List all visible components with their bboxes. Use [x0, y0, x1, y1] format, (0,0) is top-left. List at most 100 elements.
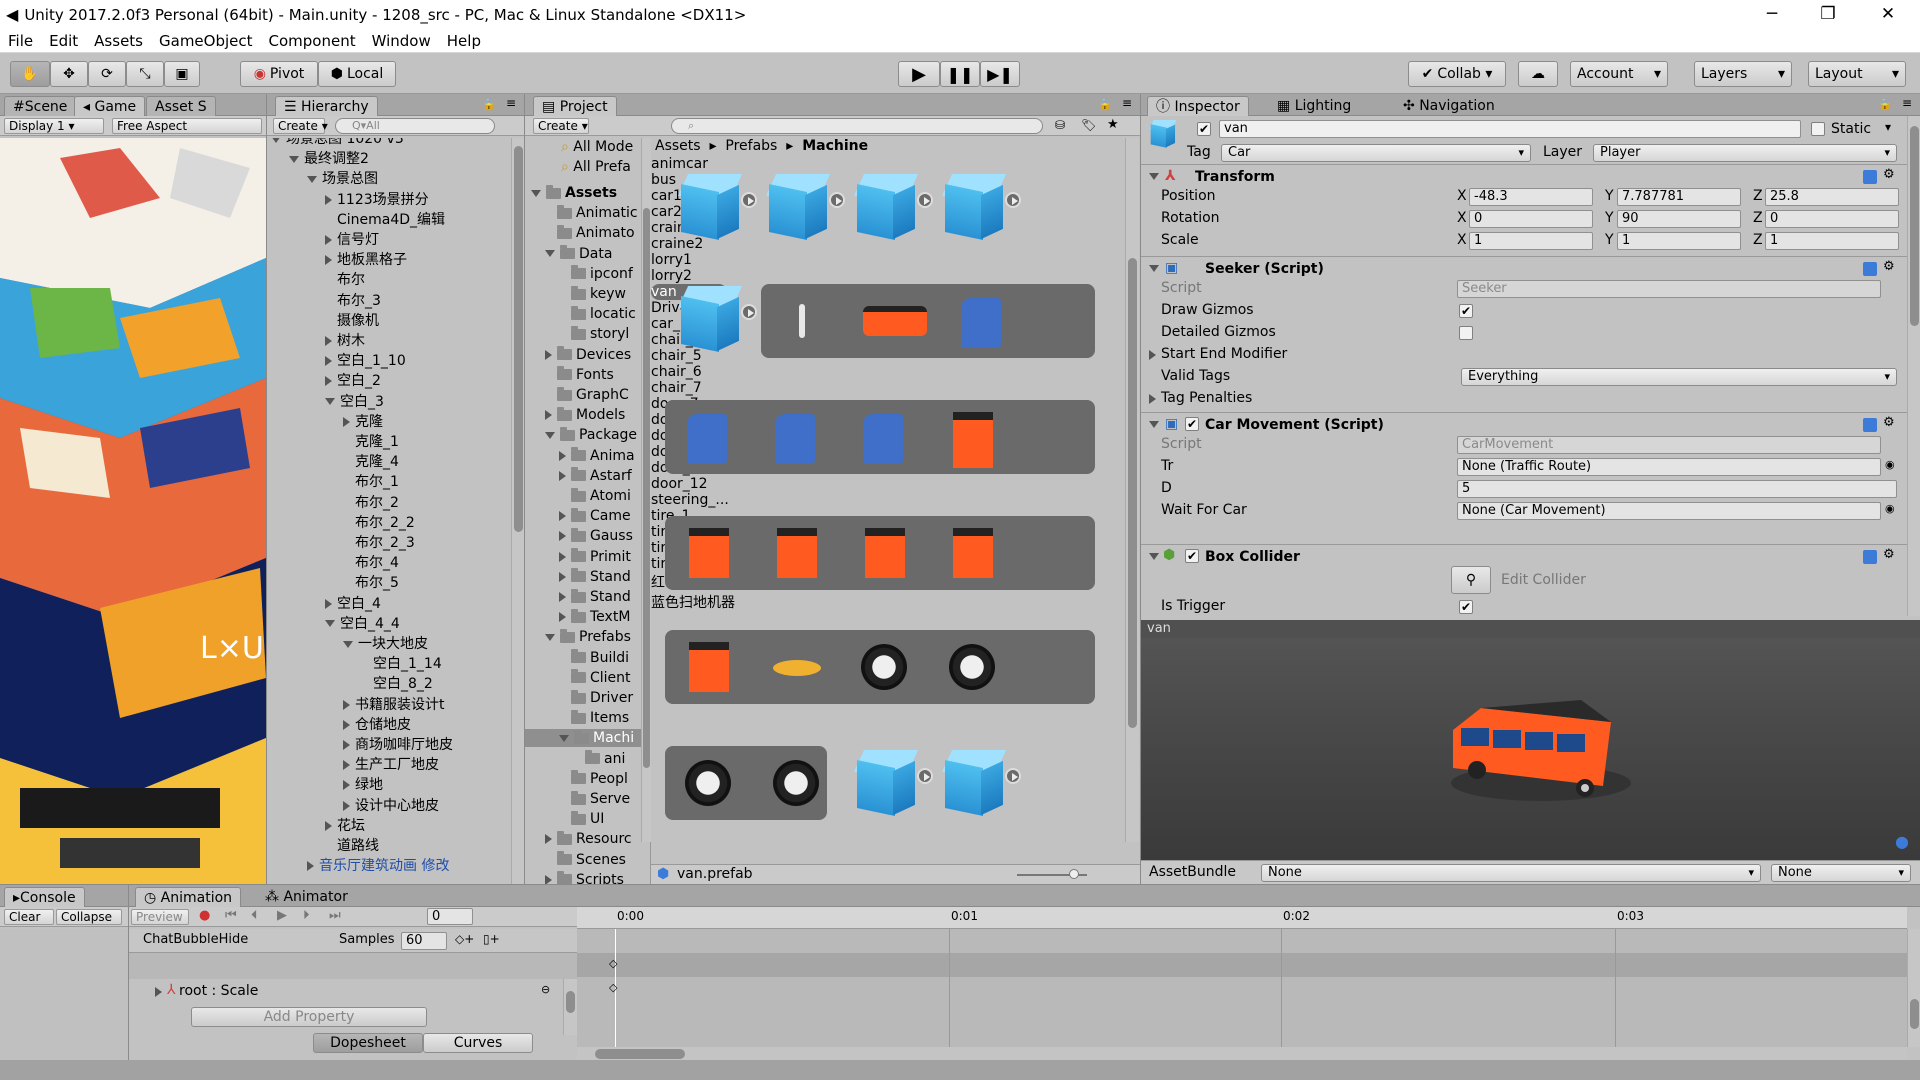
local-button[interactable]: ⬢ Local	[318, 61, 396, 87]
dopesheet-button[interactable]: Dopesheet	[313, 1033, 423, 1053]
help-icon[interactable]	[1863, 550, 1877, 564]
project-folder-item[interactable]: Data	[545, 245, 612, 263]
add-property-button[interactable]: Add Property	[191, 1007, 427, 1027]
tire-thumbnail[interactable]	[949, 644, 995, 690]
console-collapse-button[interactable]: Collapse	[56, 909, 122, 925]
position-z-field[interactable]: 25.8	[1765, 188, 1899, 206]
hierarchy-item[interactable]: 摄像机	[325, 312, 379, 330]
project-folder-item[interactable]: Client	[559, 669, 631, 687]
menu-edit[interactable]: Edit	[41, 32, 86, 50]
property-root-scale[interactable]: root : Scale	[179, 983, 258, 999]
last-key-icon[interactable]: ⏭	[329, 908, 341, 923]
chair-thumbnail[interactable]	[863, 414, 903, 464]
favorite-all-prefabs[interactable]: ⌕ All Prefa	[561, 158, 631, 176]
hierarchy-item[interactable]: 空白_1_14	[361, 655, 442, 673]
project-folder-item[interactable]: Animato	[545, 224, 635, 242]
game-view[interactable]: L×U	[0, 138, 266, 884]
expand-prefab-icon[interactable]	[917, 192, 933, 208]
hierarchy-item[interactable]: 布尔_4	[343, 554, 399, 572]
menu-component[interactable]: Component	[261, 32, 364, 50]
expand-prefab-icon[interactable]	[917, 768, 933, 784]
hierarchy-item[interactable]: 场景总图 1020 v3	[271, 138, 404, 148]
project-folder-item[interactable]: Items	[559, 709, 629, 727]
project-folder-item[interactable]: Scenes	[545, 851, 626, 869]
menu-gameobject[interactable]: GameObject	[151, 32, 261, 50]
edit-collider-button[interactable]: ⚲	[1451, 566, 1491, 594]
aspect-dropdown[interactable]: Free Aspect	[112, 118, 262, 134]
property-scroll-thumb[interactable]	[566, 991, 575, 1013]
project-folder-item[interactable]: Scripts	[545, 871, 624, 884]
settings-gear-icon[interactable]: ⚙	[1883, 259, 1895, 274]
project-folder-item[interactable]: Astarf	[559, 467, 632, 485]
valid-tags-dropdown[interactable]: Everything	[1461, 368, 1897, 386]
project-folder-item[interactable]: ani	[573, 750, 625, 768]
breadcrumb-machine[interactable]: Machine	[802, 138, 868, 154]
start-end-modifier-label[interactable]: Start End Modifier	[1161, 346, 1287, 362]
foldout-arrow-icon[interactable]	[325, 820, 332, 831]
frame-field[interactable]: 0	[427, 908, 473, 925]
folder-tree-scroll-thumb[interactable]	[643, 208, 650, 768]
project-folder-item[interactable]: Buildi	[559, 649, 629, 667]
time-ruler[interactable]: 0:00 0:01 0:02 0:03	[577, 907, 1907, 929]
account-dropdown[interactable]: Account ▾	[1570, 61, 1668, 87]
breadcrumb-assets[interactable]: Assets	[655, 138, 701, 154]
hierarchy-item[interactable]: 布尔_2_2	[343, 514, 415, 532]
breadcrumb-prefabs[interactable]: Prefabs	[725, 138, 777, 154]
hierarchy-item[interactable]: 商场咖啡厅地皮	[343, 736, 453, 754]
hierarchy-item[interactable]: 空白_3	[325, 393, 384, 411]
tab-animation[interactable]: ◷ Animation	[135, 887, 242, 907]
layout-dropdown[interactable]: Layout ▾	[1808, 61, 1906, 87]
asset-grid-scroll-thumb[interactable]	[1128, 258, 1137, 728]
foldout-arrow-icon[interactable]	[343, 800, 350, 811]
foldout-arrow-icon[interactable]	[559, 450, 566, 461]
hierarchy-scrollbar[interactable]	[511, 138, 525, 884]
seeker-foldout-icon[interactable]	[1149, 265, 1159, 272]
project-folder-item[interactable]: Anima	[559, 447, 635, 465]
foldout-arrow-icon[interactable]	[559, 612, 566, 623]
tab-project[interactable]: ▤ Project	[533, 96, 617, 116]
first-key-icon[interactable]: ⏮	[225, 908, 237, 923]
menu-help[interactable]: Help	[439, 32, 489, 50]
tire-thumbnail[interactable]	[773, 760, 819, 806]
draw-gizmos-checkbox[interactable]: ✔	[1459, 304, 1473, 318]
car-movement-header[interactable]: ▣ ✔ Car Movement (Script) ⚙	[1141, 412, 1907, 436]
tab-animator[interactable]: ⁂ Animator	[257, 887, 356, 907]
foldout-arrow-icon[interactable]	[559, 592, 566, 602]
hierarchy-item[interactable]: 克隆_4	[343, 453, 399, 471]
scale-y-field[interactable]: 1	[1617, 232, 1741, 250]
hierarchy-scroll-thumb[interactable]	[514, 146, 523, 532]
tag-penalties-label[interactable]: Tag Penalties	[1161, 390, 1252, 406]
project-folder-item[interactable]: TextM	[559, 608, 630, 626]
tag-dropdown[interactable]: Car	[1221, 144, 1531, 162]
rect-tool-button[interactable]: ▣	[164, 61, 200, 87]
inspector-scroll-thumb[interactable]	[1910, 126, 1919, 326]
preview-viewport[interactable]: ●	[1141, 638, 1920, 860]
hierarchy-item[interactable]: 绿地	[343, 776, 383, 794]
hierarchy-item[interactable]: 1123场景拼分	[325, 191, 429, 209]
hierarchy-item[interactable]: 布尔_2_3	[343, 534, 415, 552]
menu-file[interactable]: File	[0, 32, 41, 50]
inspector-menu-icon[interactable]: ≡	[1902, 96, 1912, 110]
settings-gear-icon[interactable]: ⚙	[1883, 167, 1895, 182]
console-log-area[interactable]	[0, 929, 128, 1061]
project-folder-item[interactable]: Devices	[545, 346, 631, 364]
property-foldout-icon[interactable]	[155, 987, 162, 997]
project-folder-item[interactable]: Animatic	[545, 204, 638, 222]
property-options-icon[interactable]: ⊖	[541, 983, 550, 996]
tab-game[interactable]: ◂ Game	[74, 96, 146, 116]
is-trigger-checkbox[interactable]: ✔	[1459, 600, 1473, 614]
foldout-arrow-icon[interactable]	[559, 531, 566, 542]
transform-foldout-icon[interactable]	[1149, 173, 1159, 180]
hierarchy-item[interactable]: 场景总图	[307, 170, 378, 188]
tab-scene[interactable]: #Scene	[4, 96, 77, 116]
move-tool-button[interactable]: ✥	[50, 61, 88, 87]
foldout-arrow-icon[interactable]	[325, 398, 335, 406]
foldout-arrow-icon[interactable]	[545, 349, 552, 360]
help-icon[interactable]	[1863, 262, 1877, 276]
prefab-cube-icon[interactable]	[765, 174, 831, 241]
project-folder-item[interactable]: Primit	[559, 548, 631, 566]
tab-console[interactable]: ▸Console	[4, 887, 85, 907]
gameobject-active-checkbox[interactable]: ✔	[1197, 122, 1211, 136]
project-panel-menu-icon[interactable]: ≡	[1122, 96, 1132, 110]
foldout-arrow-icon[interactable]	[545, 250, 555, 258]
